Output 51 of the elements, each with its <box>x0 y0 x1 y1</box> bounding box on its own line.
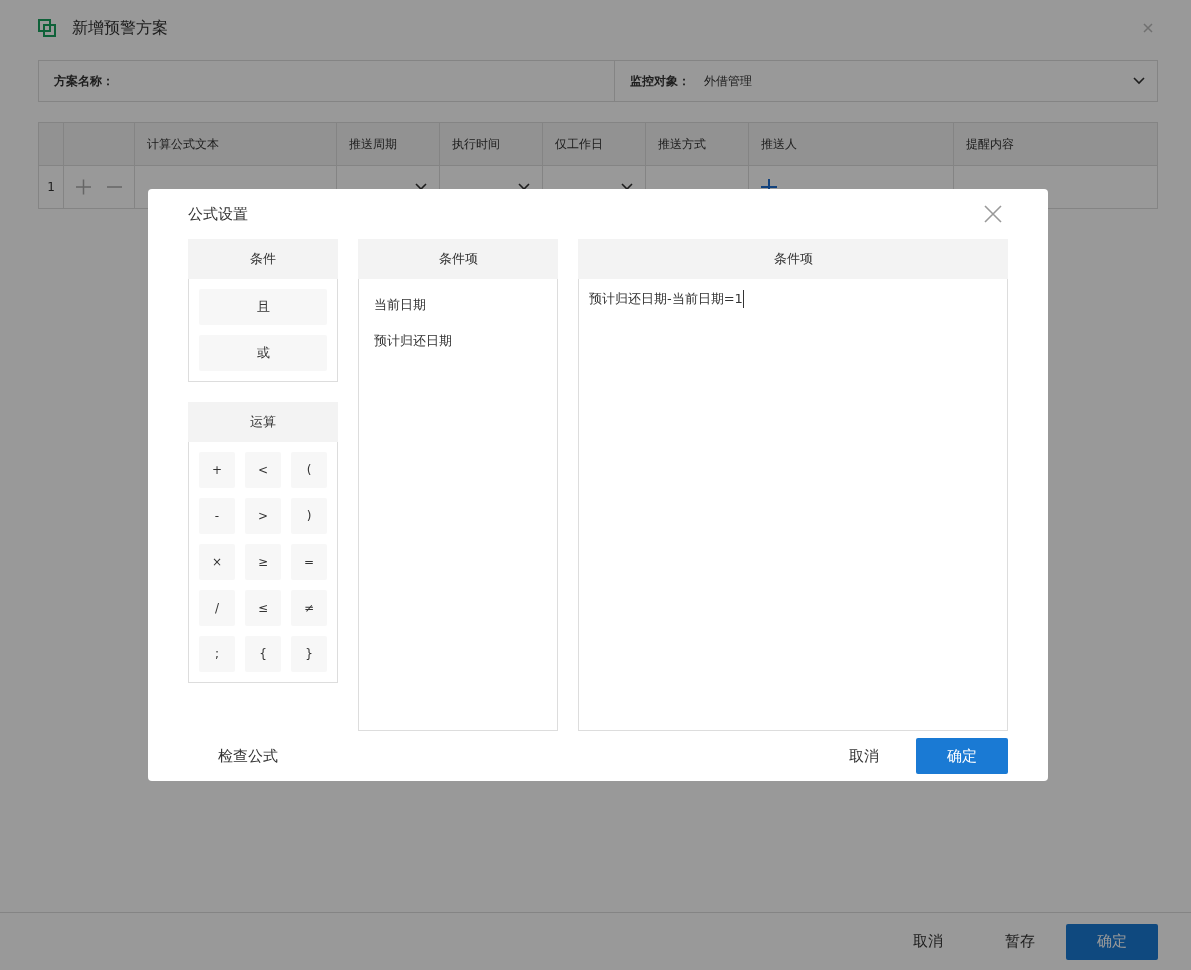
text-cursor <box>742 290 744 308</box>
chevron-icon <box>1133 77 1145 85</box>
operator-button[interactable]: ; <box>199 636 235 672</box>
target-select[interactable]: 监控对象： 外借管理 <box>615 61 1157 101</box>
operator-button[interactable]: ≠ <box>291 590 327 626</box>
operator-button[interactable]: } <box>291 636 327 672</box>
panel-header: 条件项 <box>578 239 1008 279</box>
copy-icon <box>38 19 56 37</box>
operator-button[interactable]: ( <box>291 452 327 488</box>
close-icon[interactable] <box>984 205 1002 223</box>
operator-button[interactable]: - <box>199 498 235 534</box>
condition-button[interactable]: 或 <box>199 335 327 371</box>
chevron-icon <box>518 183 530 191</box>
operator-button[interactable]: ≤ <box>245 590 281 626</box>
field-label: 方案名称： <box>54 72 114 90</box>
field-item[interactable]: 预计归还日期 <box>374 323 542 359</box>
column-header: 执行时间 <box>440 123 543 165</box>
operator-button[interactable]: + <box>199 452 235 488</box>
dialog-button[interactable]: 取消 <box>824 738 904 774</box>
dialog-title: 公式设置 <box>188 204 248 224</box>
operator-button[interactable]: ) <box>291 498 327 534</box>
field-label: 监控对象： <box>630 72 690 90</box>
dialog-button[interactable]: 确定 <box>916 738 1008 774</box>
operator-button[interactable]: { <box>245 636 281 672</box>
column-header: 推送人 <box>749 123 954 165</box>
formula-field[interactable]: 预计归还日期-当前日期=1 <box>578 279 1008 731</box>
window-title: 新增预警方案 <box>72 17 169 39</box>
check-formula-link[interactable]: 检查公式 <box>218 746 278 766</box>
operator-button[interactable]: > <box>245 498 281 534</box>
column-header: 推送周期 <box>337 123 440 165</box>
panel-header: 条件项 <box>358 239 558 279</box>
operator-button[interactable]: × <box>199 544 235 580</box>
chevron-icon <box>415 183 427 191</box>
column-header: 提醒内容 <box>964 135 1015 153</box>
row-number: 1 <box>39 166 64 208</box>
chevron-icon <box>621 183 633 191</box>
operator-button[interactable]: = <box>291 544 327 580</box>
operator-button[interactable]: / <box>199 590 235 626</box>
footer-button[interactable]: 暂存 <box>974 923 1066 960</box>
column-header: 推送方式 <box>646 123 749 165</box>
panel-header: 运算 <box>188 402 338 442</box>
operator-button[interactable]: < <box>245 452 281 488</box>
condition-button[interactable]: 且 <box>199 289 327 325</box>
column-header: 计算公式文本 <box>135 123 337 165</box>
field-item[interactable]: 当前日期 <box>374 287 542 323</box>
select-value: 外借管理 <box>704 72 753 90</box>
column-header: 仅工作日 <box>543 123 646 165</box>
operator-button[interactable]: ≥ <box>245 544 281 580</box>
panel-header: 条件 <box>188 239 338 279</box>
formula-text: 预计归还日期-当前日期=1 <box>589 290 743 308</box>
footer-button[interactable]: 取消 <box>882 923 974 960</box>
